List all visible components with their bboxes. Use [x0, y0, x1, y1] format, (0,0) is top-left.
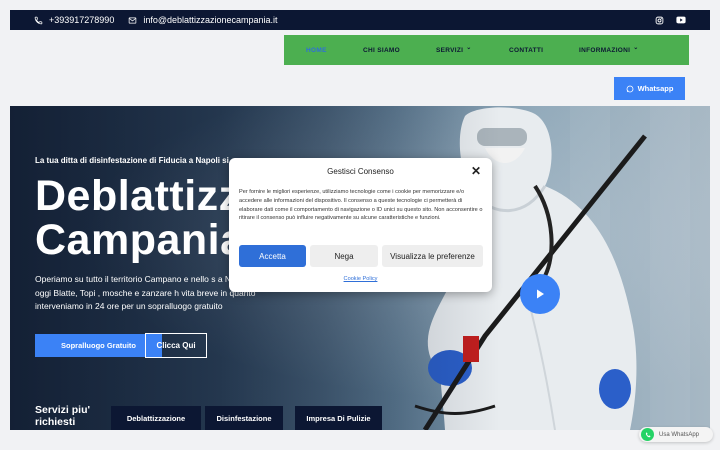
nav-label: CONTATTI — [509, 46, 544, 54]
whatsapp-icon — [626, 85, 633, 92]
deny-button[interactable]: Nega — [310, 245, 378, 267]
instagram-icon[interactable] — [655, 16, 664, 25]
nav-label: SERVIZI — [436, 46, 464, 54]
page: +393917278990 info@deblattizzazionecampa… — [0, 0, 720, 450]
service-impresa-di-pulizie[interactable]: Impresa Di Pulizie — [295, 406, 382, 430]
nav-label: INFORMAZIONI — [579, 46, 631, 54]
phone-number: +393917278990 — [49, 15, 115, 25]
phone-contact[interactable]: +393917278990 — [34, 15, 114, 25]
accept-button[interactable]: Accetta — [239, 245, 306, 267]
whatsapp-icon — [641, 428, 654, 441]
social-links — [655, 16, 686, 25]
chevron-down-icon: ⌄ — [633, 44, 639, 51]
mail-icon — [129, 17, 137, 23]
modal-title: Gestisci Consenso — [327, 167, 394, 176]
whatsapp-button[interactable]: Whatsapp — [614, 77, 685, 100]
view-preferences-button[interactable]: Visualizza le preferenze — [382, 245, 483, 267]
youtube-icon[interactable] — [676, 16, 686, 24]
main-navigation: HOME CHI SIAMO SERVIZI ⌄ CONTATTI INFORMA… — [284, 35, 689, 65]
nav-item-chi-siamo[interactable]: CHI SIAMO — [363, 35, 400, 65]
nav-item-informazioni[interactable]: INFORMAZIONI ⌄ — [579, 35, 639, 65]
clicca-qui-button[interactable]: Clicca Qui — [145, 333, 207, 358]
play-icon — [537, 289, 544, 299]
cookie-policy-link[interactable]: Cookie Policy — [229, 276, 492, 282]
whatsapp-button-label: Whatsapp — [637, 84, 674, 93]
email-contact[interactable]: info@deblattizzazionecampania.it — [128, 15, 278, 25]
email-address: info@deblattizzazionecampania.it — [143, 15, 278, 25]
nav-item-home[interactable]: HOME — [306, 35, 327, 65]
cookie-consent-modal: Gestisci Consenso ✕ Per fornire le migli… — [229, 158, 492, 292]
nav-item-contatti[interactable]: CONTATTI — [509, 35, 543, 65]
play-video-button[interactable] — [520, 274, 560, 314]
services-title: Servizi piu' richiesti — [35, 404, 91, 428]
floating-whatsapp-button[interactable]: Usa WhatsApp — [639, 427, 713, 442]
nav-label: HOME — [306, 46, 327, 54]
close-icon[interactable]: ✕ — [471, 164, 481, 178]
nav-item-servizi[interactable]: SERVIZI ⌄ — [436, 35, 472, 65]
service-disinfestazione[interactable]: Disinfestazione — [205, 406, 283, 430]
floating-whatsapp-label: Usa WhatsApp — [659, 431, 700, 438]
phone-icon — [34, 16, 43, 24]
service-deblattizzazione[interactable]: Deblattizzazione — [111, 406, 201, 430]
chevron-down-icon: ⌄ — [466, 44, 472, 51]
consent-text: Per fornire le migliori esperienze, util… — [239, 189, 483, 222]
hero-tagline: La tua ditta di disinfestazione di Fiduc… — [35, 156, 236, 165]
sopralluogo-gratuito-button[interactable]: Sopralluogo Gratuito — [35, 334, 162, 357]
nav-label: CHI SIAMO — [363, 46, 401, 54]
top-bar: +393917278990 info@deblattizzazionecampa… — [10, 10, 710, 30]
